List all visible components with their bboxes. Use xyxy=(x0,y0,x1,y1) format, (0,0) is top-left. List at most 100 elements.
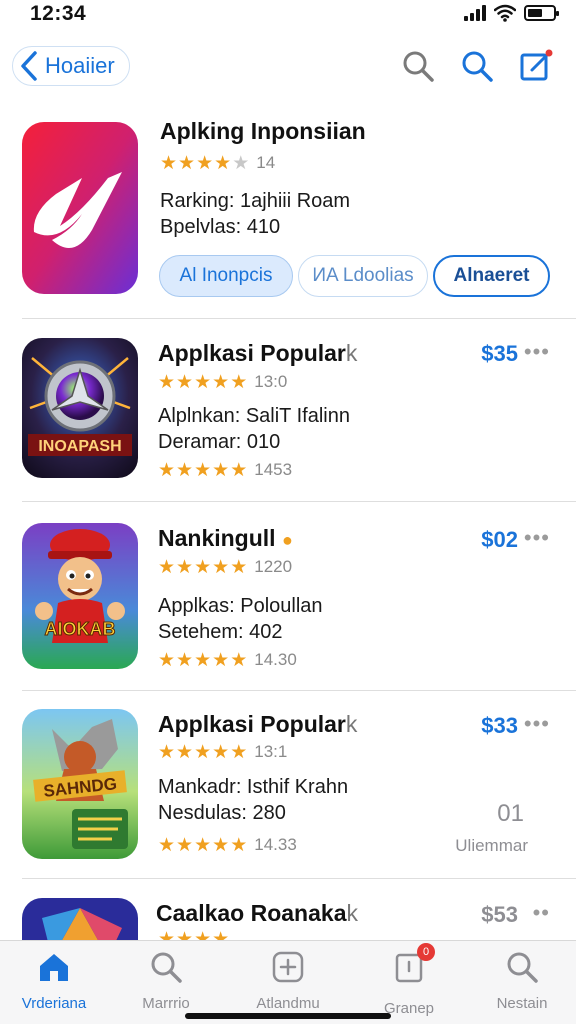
star-icon: ★ xyxy=(194,371,212,393)
divider xyxy=(22,878,576,879)
more-options-icon[interactable]: ••• xyxy=(524,525,550,551)
star-icon: ★ xyxy=(230,834,248,856)
notification-badge: 0 xyxy=(417,943,435,961)
star-icon: ★ xyxy=(194,834,212,856)
rating-count: 1453 xyxy=(254,460,293,479)
more-options-icon[interactable]: ••• xyxy=(524,711,550,737)
verified-badge-icon: ● xyxy=(281,530,293,550)
star-icon: ★ xyxy=(158,741,176,763)
tab-label: Nestain xyxy=(496,995,548,1012)
app-meta-line: Applkas: Poloullan xyxy=(158,595,323,617)
star-icon: ★ xyxy=(176,371,194,393)
tab-add[interactable]: Atlandmu xyxy=(238,949,338,1012)
wifi-icon xyxy=(494,4,516,22)
star-icon: ★ xyxy=(230,649,248,671)
search-icon[interactable] xyxy=(400,48,436,84)
star-empty-icon: ★ xyxy=(232,152,250,174)
search-icon xyxy=(151,952,182,983)
battery-level xyxy=(528,9,542,17)
rating-count: 1220 xyxy=(254,557,293,576)
tab-label: Atlandmu xyxy=(256,995,320,1012)
star-icon: ★ xyxy=(176,834,194,856)
search-icon xyxy=(507,952,538,983)
price-button[interactable]: $53 xyxy=(481,902,518,928)
featured-app-icon xyxy=(22,122,138,294)
app-icon: AIOKAB xyxy=(22,523,138,669)
rating-stars: ★ ★ ★ ★ ★ 14 xyxy=(160,153,275,173)
battery-icon xyxy=(524,5,559,21)
chip-button[interactable]: Alnaeret xyxy=(433,255,550,297)
home-icon xyxy=(40,954,68,981)
star-icon: ★ xyxy=(178,152,196,174)
star-icon: ★ xyxy=(212,834,230,856)
rating-count: 14 xyxy=(256,153,276,172)
app-title: Aplking Inponsiian xyxy=(160,118,366,144)
tab-updates[interactable]: 0 Granep xyxy=(359,943,459,1017)
compose-icon[interactable] xyxy=(518,48,554,84)
app-meta-line: Setehem: 402 xyxy=(158,621,283,643)
back-button[interactable]: Hoaiier xyxy=(12,46,130,86)
app-title-tail: k xyxy=(345,711,358,737)
star-icon: ★ xyxy=(160,152,178,174)
status-bar: 12:34 xyxy=(0,0,576,30)
signal-icon xyxy=(464,5,486,21)
tab-search-alt[interactable]: Nestain xyxy=(472,949,572,1012)
search-icon[interactable] xyxy=(459,48,495,84)
app-title: Caalkao Roanakak xyxy=(156,900,358,927)
price-button[interactable]: $33 xyxy=(481,713,518,739)
divider xyxy=(22,690,576,691)
star-icon: ★ xyxy=(194,649,212,671)
star-icon: ★ xyxy=(158,834,176,856)
chevron-left-icon xyxy=(21,51,37,81)
star-icon: ★ xyxy=(176,741,194,763)
star-icon: ★ xyxy=(212,556,230,578)
rating-stars: ★ ★ ★ ★ ★ 13:0 xyxy=(158,372,287,392)
star-icon: ★ xyxy=(212,741,230,763)
app-title-text: Applkasi Popular xyxy=(158,711,346,737)
rating-stars: ★ ★ ★ ★ ★ 13:1 xyxy=(158,742,287,762)
rating-count: 14.30 xyxy=(254,650,297,669)
app-meta-line: Deramar: 010 xyxy=(158,431,281,453)
star-icon: ★ xyxy=(230,556,248,578)
star-icon: ★ xyxy=(158,556,176,578)
app-title-text: Applkasi Popular xyxy=(158,340,346,366)
more-options-icon[interactable]: ••• xyxy=(524,339,550,365)
tab-bar: Vrderiana Marrrio Atlandmu 0 Granep Nest… xyxy=(0,940,576,1024)
star-icon: ★ xyxy=(194,741,212,763)
rating-stars: ★ ★ ★ ★ ★ 1220 xyxy=(158,557,292,577)
rating-stars: ★ ★ ★ ★ ★ 14.33 xyxy=(158,835,297,855)
svg-text:AIOKAB: AIOKAB xyxy=(45,619,116,639)
app-icon: SAHNDG xyxy=(22,709,138,859)
tab-label: Vrderiana xyxy=(21,995,87,1012)
back-label: Hoaiier xyxy=(45,53,115,78)
tab-label: Granep xyxy=(383,1000,435,1017)
app-title-text: Nankingull xyxy=(158,525,276,551)
app-title: Nankingull ● xyxy=(158,525,293,552)
star-icon: ★ xyxy=(176,649,194,671)
star-icon: ★ xyxy=(214,152,232,174)
tab-search[interactable]: Marrrio xyxy=(116,949,216,1012)
rating-stars: ★ ★ ★ ★ ★ 14.30 xyxy=(158,650,297,670)
chip-button[interactable]: Al Inonpcis xyxy=(159,255,293,297)
tab-today[interactable]: Vrderiana xyxy=(4,949,104,1012)
price-button[interactable]: $02 xyxy=(481,527,518,553)
star-icon: ★ xyxy=(196,152,214,174)
home-indicator xyxy=(185,1013,391,1019)
price-button[interactable]: $35 xyxy=(481,341,518,367)
app-title: Applkasi Populark xyxy=(158,340,357,367)
chip-button[interactable]: ИA Ldoolias xyxy=(298,255,428,297)
divider xyxy=(22,318,576,319)
star-icon: ★ xyxy=(230,741,248,763)
rating-stars: ★ ★ ★ ★ ★ 1453 xyxy=(158,460,292,480)
app-meta-line: Rarking: 1ajhiii Roam xyxy=(160,190,351,212)
app-meta-line: Alplnkan: SaliT Ifalinn xyxy=(158,405,350,427)
star-icon: ★ xyxy=(176,459,194,481)
star-icon: ★ xyxy=(176,556,194,578)
app-title-tail: k xyxy=(346,900,358,926)
app-icon: INOAPASH xyxy=(22,338,138,478)
more-options-icon[interactable]: •• xyxy=(533,900,550,926)
status-icons xyxy=(464,4,559,22)
svg-text:INOAPASH: INOAPASH xyxy=(38,438,121,455)
status-time: 12:34 xyxy=(30,2,87,25)
app-title: Applkasi Populark xyxy=(158,711,357,738)
